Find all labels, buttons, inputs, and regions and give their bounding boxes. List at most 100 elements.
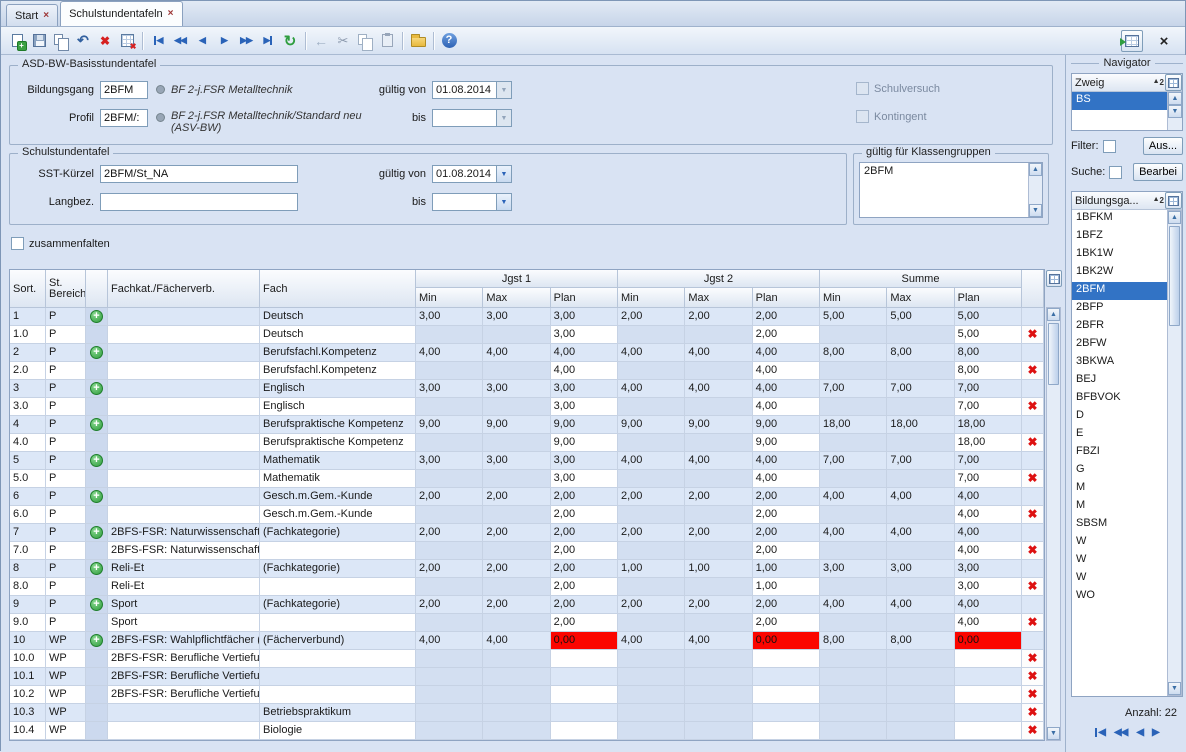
cell-value[interactable]: 2,00: [753, 524, 820, 542]
scroll-up-icon[interactable]: ▲: [1047, 308, 1060, 321]
cell-value[interactable]: [685, 506, 752, 524]
cell-value[interactable]: [955, 668, 1022, 686]
cell-value[interactable]: 4,00: [483, 632, 550, 650]
cell-value[interactable]: [416, 722, 483, 740]
cell-value[interactable]: [887, 326, 954, 344]
tab-schulstundentafeln[interactable]: Schulstundentafeln ×: [60, 1, 182, 26]
cell-value[interactable]: [955, 686, 1022, 704]
open-folder-button[interactable]: [407, 30, 429, 52]
show-in-table-button[interactable]: [1121, 30, 1143, 52]
cell-value[interactable]: [618, 650, 685, 668]
cell-value[interactable]: [416, 398, 483, 416]
table-row[interactable]: 5P+Mathematik3,003,003,004,004,004,007,0…: [10, 452, 1044, 470]
cell-value[interactable]: 9,00: [416, 416, 483, 434]
add-row-icon[interactable]: +: [90, 598, 103, 611]
cell-value[interactable]: 7,00: [887, 380, 954, 398]
cell-value[interactable]: 8,00: [820, 344, 887, 362]
nav-first-button[interactable]: ◀: [147, 30, 169, 52]
list-item[interactable]: W: [1072, 534, 1167, 552]
cell-value[interactable]: [685, 722, 752, 740]
back-button[interactable]: ←: [310, 30, 332, 52]
add-row-icon[interactable]: +: [90, 526, 103, 539]
add-row-icon[interactable]: +: [90, 418, 103, 431]
cell-value[interactable]: 3,00: [551, 326, 618, 344]
cell-value[interactable]: 5,00: [955, 308, 1022, 326]
cell-value[interactable]: 4,00: [820, 524, 887, 542]
list-item[interactable]: 2BFW: [1072, 336, 1167, 354]
new-record-button[interactable]: +: [6, 30, 28, 52]
table-row[interactable]: 1P+Deutsch3,003,003,002,002,002,005,005,…: [10, 308, 1044, 326]
cell-value[interactable]: 2,00: [685, 596, 752, 614]
cell-value[interactable]: 4,00: [551, 344, 618, 362]
schulversuch-checkbox[interactable]: [856, 82, 869, 95]
langbez-field[interactable]: [100, 193, 298, 211]
cell-value[interactable]: 3,00: [483, 452, 550, 470]
cell-value[interactable]: [685, 542, 752, 560]
list-item[interactable]: M: [1072, 480, 1167, 498]
scrollbar-thumb[interactable]: [1048, 323, 1059, 385]
cell-value[interactable]: 3,00: [416, 308, 483, 326]
delete-row-icon[interactable]: ✖: [1027, 508, 1037, 521]
cell-value[interactable]: [618, 614, 685, 632]
table-row[interactable]: 10.0WP2BFS-FSR: Berufliche Vertiefun...✖: [10, 650, 1044, 668]
cell-value[interactable]: 18,00: [955, 434, 1022, 452]
cell-value[interactable]: [483, 506, 550, 524]
cell-value[interactable]: 4,00: [955, 542, 1022, 560]
cell-value[interactable]: 4,00: [685, 632, 752, 650]
cell-value[interactable]: [955, 650, 1022, 668]
nav-fast-back-button[interactable]: ◀◀: [1114, 727, 1127, 738]
filter-button[interactable]: Aus...: [1143, 137, 1183, 155]
cell-value[interactable]: 18,00: [887, 416, 954, 434]
add-row-icon[interactable]: +: [90, 310, 103, 323]
table-row[interactable]: 7P+2BFS-FSR: Naturwissenschaften(Fachkat…: [10, 524, 1044, 542]
list-item[interactable]: 2BFM: [860, 163, 1042, 179]
cell-value[interactable]: [551, 722, 618, 740]
cell-value[interactable]: 3,00: [887, 560, 954, 578]
basis-gueltig-von-select[interactable]: 01.08.2014 ▼: [432, 81, 512, 99]
cell-value[interactable]: [887, 398, 954, 416]
cell-value[interactable]: [483, 362, 550, 380]
cell-value[interactable]: [820, 326, 887, 344]
cell-value[interactable]: [820, 362, 887, 380]
zusammenfalten-checkbox[interactable]: [11, 237, 24, 250]
add-row-icon[interactable]: +: [90, 562, 103, 575]
cell-value[interactable]: 2,00: [551, 614, 618, 632]
list-item[interactable]: WO: [1072, 588, 1167, 606]
cell-value[interactable]: 7,00: [955, 452, 1022, 470]
cell-value[interactable]: 2,00: [551, 578, 618, 596]
cell-value[interactable]: 7,00: [820, 380, 887, 398]
cell-value[interactable]: 4,00: [887, 524, 954, 542]
table-row[interactable]: 9.0PSport2,002,004,00✖: [10, 614, 1044, 632]
cell-value[interactable]: [483, 398, 550, 416]
cell-value[interactable]: 3,00: [483, 380, 550, 398]
column-header-bereich[interactable]: St. Bereich: [46, 270, 86, 308]
cell-value[interactable]: [955, 722, 1022, 740]
cell-value[interactable]: 2,00: [753, 308, 820, 326]
cell-value[interactable]: [685, 668, 752, 686]
chevron-down-icon[interactable]: ▼: [496, 110, 511, 126]
cell-value[interactable]: 4,00: [955, 596, 1022, 614]
chevron-down-icon[interactable]: ▼: [496, 166, 511, 182]
column-header-max[interactable]: Max: [887, 288, 954, 308]
column-header-fach[interactable]: Fach: [260, 270, 416, 308]
cell-value[interactable]: 2,00: [551, 488, 618, 506]
list-item[interactable]: 1BFKM: [1072, 210, 1167, 228]
table-row[interactable]: 10.3WPBetriebspraktikum✖: [10, 704, 1044, 722]
cell-value[interactable]: [483, 326, 550, 344]
cell-value[interactable]: [887, 668, 954, 686]
cell-value[interactable]: 9,00: [551, 416, 618, 434]
cell-value[interactable]: [820, 506, 887, 524]
list-item[interactable]: E: [1072, 426, 1167, 444]
cell-value[interactable]: 2,00: [551, 506, 618, 524]
cell-value[interactable]: [887, 434, 954, 452]
cell-value[interactable]: 2,00: [753, 506, 820, 524]
cell-value[interactable]: [753, 686, 820, 704]
copy-button[interactable]: [354, 30, 376, 52]
nav-fast-back-button[interactable]: ◀◀: [169, 30, 191, 52]
cell-value[interactable]: 2,00: [618, 596, 685, 614]
nav-last-button[interactable]: ▶: [257, 30, 279, 52]
cell-value[interactable]: 3,00: [416, 452, 483, 470]
cell-value[interactable]: [618, 434, 685, 452]
cell-value[interactable]: [416, 542, 483, 560]
cell-value[interactable]: [483, 650, 550, 668]
